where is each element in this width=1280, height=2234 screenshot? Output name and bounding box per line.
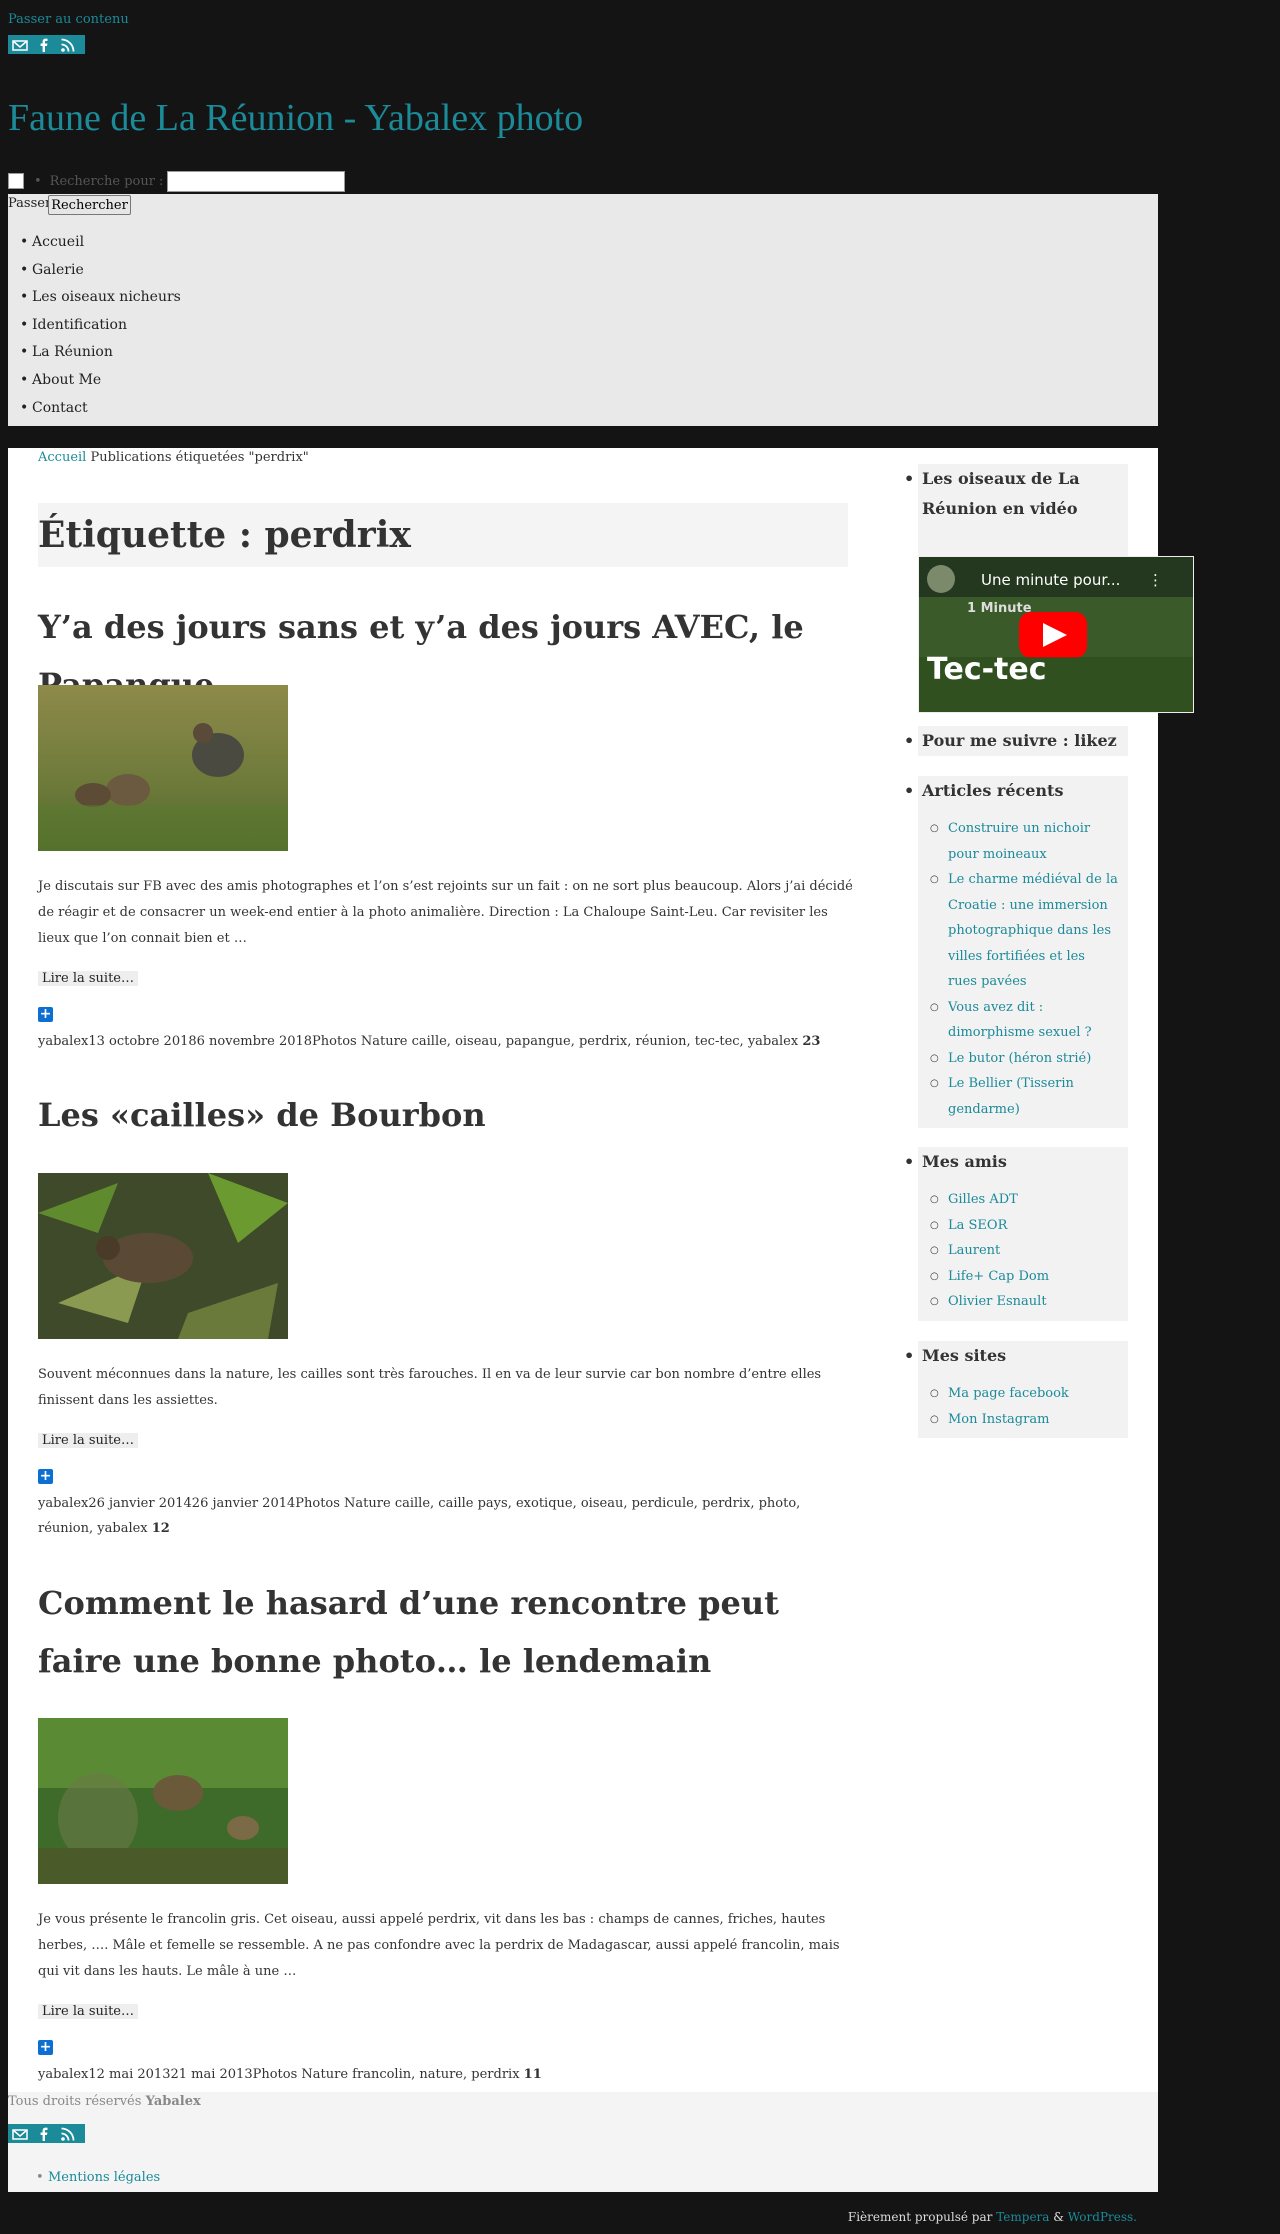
nav-item-accueil[interactable]: Accueil [20,234,181,262]
post-excerpt: Je vous présente le francolin gris. Cet … [38,1912,840,1979]
recent-post-link[interactable]: Le charme médiéval de la Croatie : une i… [930,867,1118,995]
breadcrumb-current: Publications étiquetées "perdrix" [90,450,309,465]
tag-header: Étiquette : perdrix [38,503,848,567]
breadcrumb-home-link[interactable]: Accueil [38,450,86,465]
comment-count[interactable]: 12 [152,1521,170,1536]
footer-social-icons-bar [8,2124,85,2143]
page-title: Étiquette : perdrix [38,514,411,556]
post-meta: yabalex12 mai 201321 mai 2013Photos Natu… [38,2062,858,2087]
bullet: • [34,173,42,189]
widget-recent-posts: Articles récents Construire un nichoir p… [904,776,1128,1128]
friend-link[interactable]: Life+ Cap Dom [930,1264,1118,1290]
post-thumbnail[interactable] [38,685,288,851]
nav-item-la-reunion[interactable]: La Réunion [20,344,181,372]
post-title[interactable]: Les «cailles» de Bourbon [38,1086,838,1144]
rss-icon[interactable] [60,37,76,53]
video-title: Une minute pour... [981,571,1121,589]
nav-item-oiseaux-nicheurs[interactable]: Les oiseaux nicheurs [20,289,181,317]
post-thumbnail[interactable] [38,1718,288,1884]
mail-icon[interactable] [12,37,28,53]
nav-list: Accueil Galerie Les oiseaux nicheurs Ide… [20,234,181,428]
widget-friends: Mes amis Gilles ADT La SEOR Laurent Life… [904,1147,1128,1321]
widget-sites: Mes sites Ma page facebook Mon Instagram [904,1341,1128,1438]
widget-title: Articles récents [904,776,1128,806]
post-meta: yabalex26 janvier 201426 janvier 2014Pho… [38,1491,858,1541]
widget-body: Ma page facebook Mon Instagram [918,1371,1128,1438]
share-plus-icon[interactable]: + [38,1469,53,1484]
read-more-link[interactable]: Lire la suite… [38,1433,138,1448]
nav-item-identification[interactable]: Identification [20,317,181,345]
search-button[interactable]: Rechercher [48,195,131,215]
copyright-text: Tous droits réservés [8,2094,142,2109]
recent-post-link[interactable]: Le Bellier (Tisserin gendarme) [930,1071,1118,1122]
read-more-link[interactable]: Lire la suite… [38,971,138,986]
friend-link[interactable]: Laurent [930,1238,1118,1264]
mail-icon[interactable] [12,2126,28,2142]
more-vert-icon[interactable]: ⋮ [1148,571,1163,589]
site-title[interactable]: Faune de La Réunion - Yabalex photo [8,96,583,140]
post-meta-text: yabalex13 octobre 20186 novembre 2018Pho… [38,1034,799,1049]
widget-body: Gilles ADT La SEOR Laurent Life+ Cap Dom… [918,1177,1128,1321]
breadcrumb: Accueil Publications étiquetées "perdrix… [38,450,309,465]
legal-notice-link[interactable]: Mentions légales [36,2170,160,2185]
share-plus-icon[interactable]: + [38,2040,53,2055]
video-embed[interactable]: Une minute pour... ⋮ 1 Minute Tec-tec [918,556,1194,713]
wordpress-link[interactable]: WordPress. [1068,2210,1137,2224]
widget-title: Les oiseaux de La Réunion en vidéo [904,464,1128,524]
friend-link[interactable]: La SEOR [930,1213,1118,1239]
widget-body: Construire un nichoir pour moineaux Le c… [918,806,1128,1128]
video-caption: Tec-tec [927,652,1047,687]
site-link-facebook[interactable]: Ma page facebook [930,1381,1118,1407]
powered-prefix: Fièrement propulsé par [847,2210,993,2224]
widget-title: Pour me suivre : likez [904,726,1128,756]
copyright-name: Yabalex [145,2094,201,2109]
post-meta: yabalex13 octobre 20186 novembre 2018Pho… [38,1029,858,1054]
post-thumbnail[interactable] [38,1173,288,1339]
menu-toggle-checkbox[interactable] [8,173,24,189]
post-title[interactable]: Comment le hasard d’une rencontre peut f… [38,1574,838,1690]
ampersand: & [1053,2210,1064,2224]
post-excerpt: Je discutais sur FB avec des amis photog… [38,879,853,946]
rss-icon[interactable] [60,2126,76,2142]
post-excerpt: Souvent méconnues dans la nature, les ca… [38,1367,822,1408]
widget-title: Mes amis [904,1147,1128,1177]
content-area: Accueil Publications étiquetées "perdrix… [8,448,1194,2092]
friend-link[interactable]: Olivier Esnault [930,1289,1118,1315]
main-navigation: Accueil Galerie Les oiseaux nicheurs Ide… [8,194,1158,426]
nav-item-about-me[interactable]: About Me [20,372,181,400]
search-input[interactable] [167,170,346,192]
friend-link[interactable]: Gilles ADT [930,1187,1118,1213]
widget-title: Mes sites [904,1341,1128,1371]
skip-to-content-link[interactable]: Passer au contenu [8,12,129,27]
recent-post-link[interactable]: Vous avez dit : dimorphisme sexuel ? [930,995,1118,1046]
facebook-icon[interactable] [36,37,52,53]
copyright: Tous droits réservés Yabalex [8,2094,201,2109]
recent-post-link[interactable]: Construire un nichoir pour moineaux [930,816,1118,867]
post-meta-text: yabalex12 mai 201321 mai 2013Photos Natu… [38,2067,520,2082]
search-form: • Recherche pour : [8,170,346,192]
nav-item-galerie[interactable]: Galerie [20,262,181,290]
comment-count[interactable]: 11 [524,2067,542,2082]
powered-by: Fièrement propulsé par Tempera & WordPre… [848,2210,1137,2224]
comment-count[interactable]: 23 [802,1034,820,1049]
site-link-instagram[interactable]: Mon Instagram [930,1407,1118,1433]
recent-post-link[interactable]: Le butor (héron strié) [930,1046,1118,1072]
tempera-link[interactable]: Tempera [996,2210,1049,2224]
video-caption-small: 1 Minute [967,601,1032,616]
facebook-icon[interactable] [36,2126,52,2142]
share-plus-icon[interactable]: + [38,1007,53,1022]
read-more-link[interactable]: Lire la suite… [38,2004,138,2019]
widget-follow: Pour me suivre : likez [904,726,1128,756]
nav-item-contact[interactable]: Contact [20,400,181,428]
widget-video: Les oiseaux de La Réunion en vidéo Une m… [904,464,1194,713]
social-icons-bar [8,35,85,54]
search-label: Recherche pour : [49,173,164,189]
